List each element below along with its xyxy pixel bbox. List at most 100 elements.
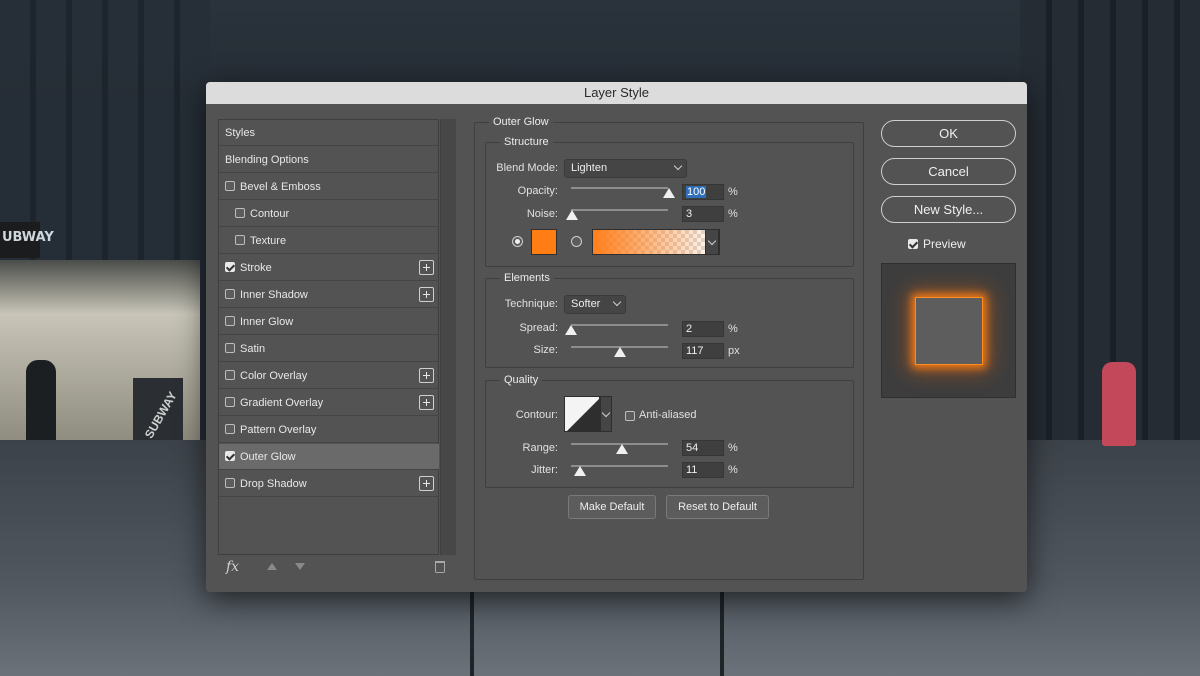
jitter-slider-thumb[interactable] (574, 466, 586, 476)
add-plus-icon[interactable] (419, 260, 434, 275)
cancel-button[interactable]: Cancel (881, 158, 1016, 185)
glow-gradient-swatch[interactable] (592, 229, 720, 255)
new-style-button[interactable]: New Style... (881, 196, 1016, 223)
glow-color-swatch[interactable] (531, 229, 557, 255)
style-item-outer-glow[interactable]: Outer Glow (219, 444, 439, 470)
pedestrian-right (1102, 362, 1136, 446)
blend-mode-label: Blend Mode: (496, 162, 558, 174)
style-item-inner-shadow[interactable]: Inner Shadow (219, 282, 439, 308)
style-item-gradient-overlay[interactable]: Gradient Overlay (219, 390, 439, 416)
ok-button[interactable]: OK (881, 120, 1016, 147)
preview-thumbnail (881, 263, 1016, 398)
opacity-label: Opacity: (517, 185, 558, 197)
style-item-label: Drop Shadow (240, 478, 307, 490)
style-item-texture[interactable]: Texture (219, 228, 439, 254)
style-item-label: Color Overlay (240, 370, 308, 382)
size-input[interactable]: 117 (682, 343, 724, 359)
spread-slider-thumb[interactable] (565, 325, 577, 335)
anti-aliased-label: Anti-aliased (639, 409, 697, 421)
style-item-label: Inner Glow (240, 316, 294, 328)
solid-color-radio[interactable] (512, 236, 523, 247)
preview-checkbox[interactable] (908, 239, 918, 249)
opacity-input[interactable]: 100 (682, 184, 724, 200)
size-slider-thumb[interactable] (614, 347, 626, 357)
add-plus-icon[interactable] (419, 395, 434, 410)
size-unit: px (728, 345, 740, 357)
checkbox[interactable] (225, 289, 235, 299)
structure-title: Structure (500, 136, 553, 148)
style-item-label: Outer Glow (240, 451, 296, 463)
range-unit: % (728, 442, 738, 454)
move-up-icon[interactable] (267, 563, 277, 570)
checkbox[interactable] (225, 370, 235, 380)
checkbox[interactable] (225, 424, 235, 434)
opacity-slider[interactable] (571, 187, 668, 189)
style-item-inner-glow[interactable]: Inner Glow (219, 309, 439, 335)
anti-aliased-checkbox[interactable] (625, 411, 635, 421)
technique-select[interactable]: Softer (564, 295, 626, 314)
spread-value: 2 (686, 323, 693, 335)
spread-slider[interactable] (571, 324, 668, 326)
noise-input[interactable]: 3 (682, 206, 724, 222)
noise-slider-thumb[interactable] (566, 210, 578, 220)
add-plus-icon[interactable] (419, 476, 434, 491)
jitter-input[interactable]: 11 (682, 462, 724, 478)
style-item-pattern-overlay[interactable]: Pattern Overlay (219, 417, 439, 443)
opacity-slider-thumb[interactable] (663, 188, 675, 198)
style-item-label: Bevel & Emboss (240, 181, 321, 193)
range-input[interactable]: 54 (682, 440, 724, 456)
checkbox[interactable] (235, 208, 245, 218)
jitter-label: Jitter: (531, 464, 558, 476)
make-default-button[interactable]: Make Default (568, 495, 656, 519)
add-plus-icon[interactable] (419, 368, 434, 383)
style-item-blending-options[interactable]: Blending Options (219, 147, 439, 173)
outer-glow-group: Outer Glow Structure Blend Mode: Lighten… (474, 116, 864, 580)
checkbox[interactable] (225, 397, 235, 407)
range-slider-thumb[interactable] (616, 444, 628, 454)
checkbox[interactable] (225, 181, 235, 191)
style-item-drop-shadow[interactable]: Drop Shadow (219, 471, 439, 497)
reset-to-default-button[interactable]: Reset to Default (666, 495, 769, 519)
style-item-stroke[interactable]: Stroke (219, 255, 439, 281)
blend-mode-value: Lighten (571, 162, 608, 174)
style-item-label: Satin (240, 343, 266, 355)
gradient-dropdown[interactable] (705, 229, 719, 255)
style-item-label: Contour (250, 208, 290, 220)
style-item-contour[interactable]: Contour (219, 201, 439, 227)
noise-unit: % (728, 208, 738, 220)
style-item-label: Pattern Overlay (240, 424, 317, 436)
quality-group: Quality Contour: Anti-aliased Range: 54 … (485, 374, 854, 488)
style-item-bevel-emboss[interactable]: Bevel & Emboss (219, 174, 439, 200)
preview-toggle[interactable]: Preview (908, 237, 966, 251)
style-item-label: Inner Shadow (240, 289, 308, 301)
technique-label: Technique: (504, 298, 558, 310)
style-item-satin[interactable]: Satin (219, 336, 439, 362)
checkbox[interactable] (225, 478, 235, 488)
subway-store-sign: UBWAY (0, 222, 54, 258)
move-down-icon[interactable] (295, 563, 305, 570)
checkbox[interactable] (225, 343, 235, 353)
styles-panel: Styles Blending Options Bevel & Emboss C… (218, 119, 456, 581)
style-item-label: Texture (250, 235, 287, 247)
spread-input[interactable]: 2 (682, 321, 724, 337)
checkbox[interactable] (225, 316, 235, 326)
contour-preview[interactable] (564, 396, 600, 432)
contour-dropdown[interactable] (600, 396, 612, 432)
fx-icon[interactable]: fx (226, 559, 239, 575)
dialog-title: Layer Style (206, 82, 1027, 104)
checkbox-checked[interactable] (225, 262, 235, 272)
add-plus-icon[interactable] (419, 287, 434, 302)
opacity-unit: % (728, 186, 738, 198)
checkbox-checked[interactable] (225, 451, 235, 461)
checkbox[interactable] (235, 235, 245, 245)
styles-header[interactable]: Styles (219, 120, 439, 146)
structure-group: Structure Blend Mode: Lighten Opacity: 1… (485, 136, 854, 267)
noise-slider[interactable] (571, 209, 668, 211)
style-item-color-overlay[interactable]: Color Overlay (219, 363, 439, 389)
styles-scrollbar[interactable] (440, 119, 456, 555)
gradient-radio[interactable] (571, 236, 582, 247)
trash-icon[interactable] (435, 561, 445, 573)
range-label: Range: (522, 442, 558, 454)
blend-mode-select[interactable]: Lighten (564, 159, 687, 178)
styles-list: Styles Blending Options Bevel & Emboss C… (218, 119, 439, 555)
